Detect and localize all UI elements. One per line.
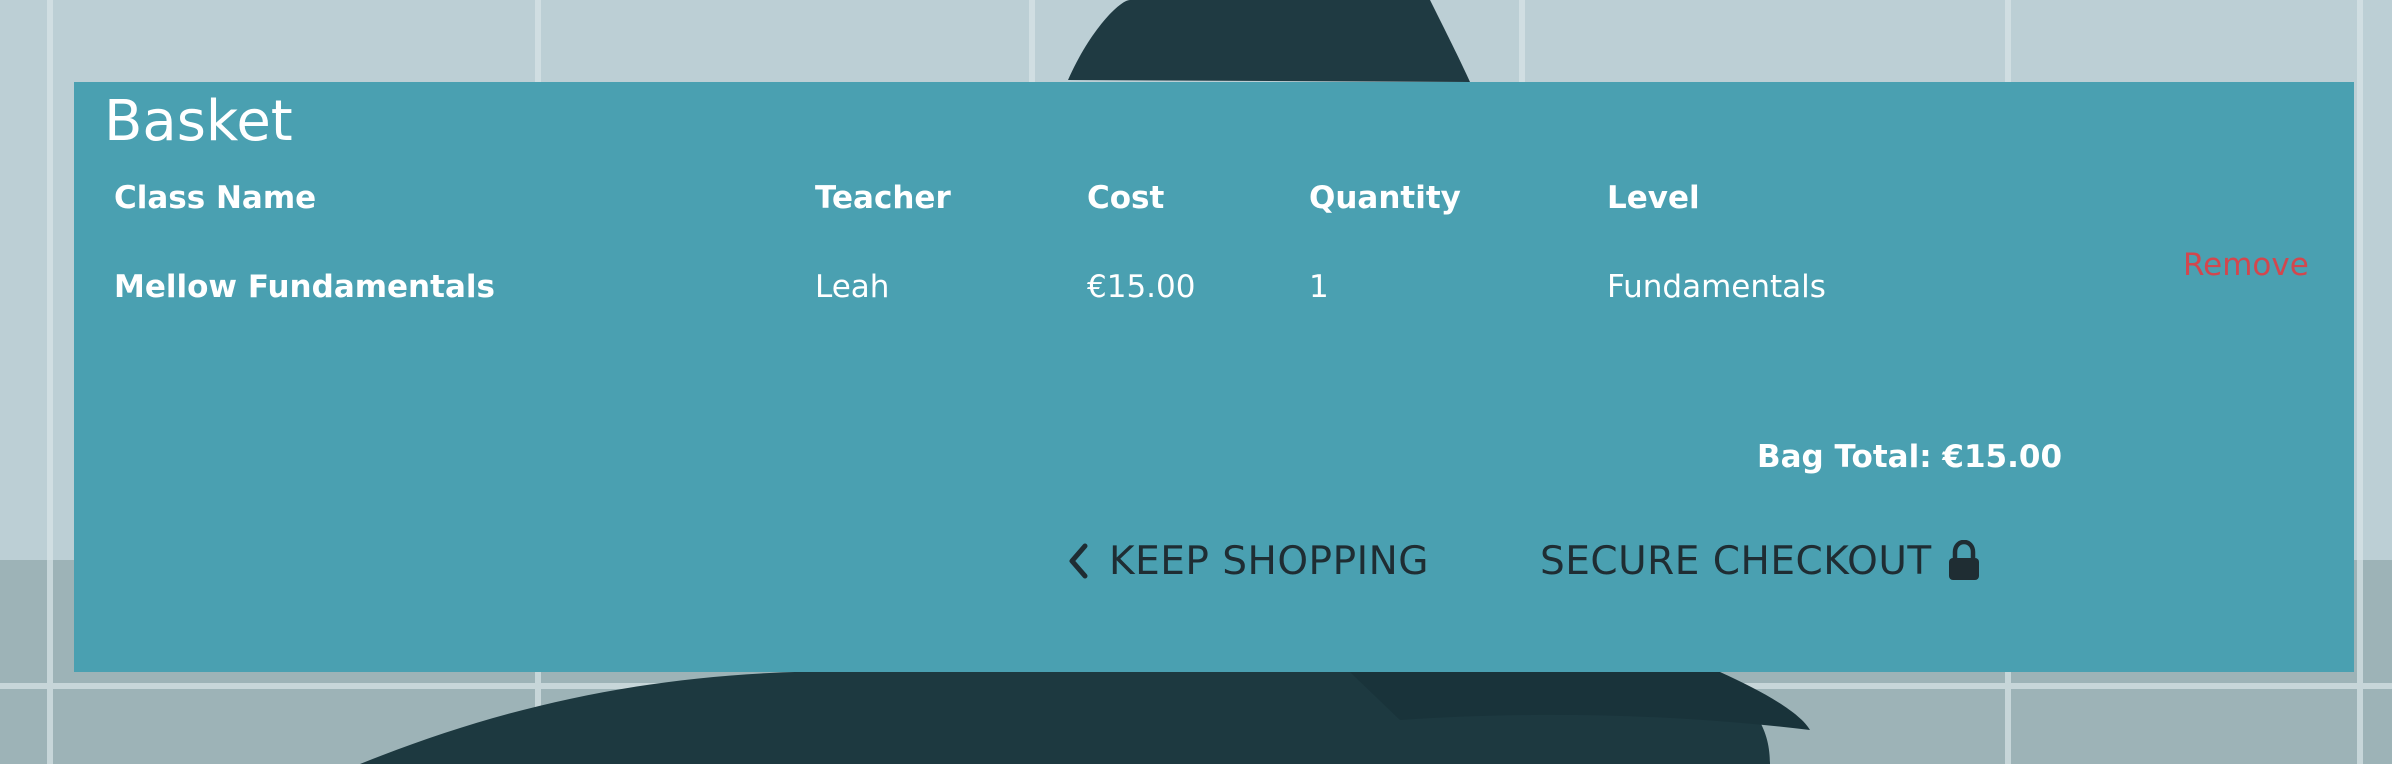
teacher-cell: Leah xyxy=(815,269,890,305)
remove-link[interactable]: Remove xyxy=(2183,250,2309,281)
secure-checkout-label: SECURE CHECKOUT xyxy=(1540,538,1932,584)
column-header-quantity: Quantity xyxy=(1309,180,1461,216)
column-header-teacher: Teacher xyxy=(815,180,951,216)
column-header-class-name: Class Name xyxy=(114,180,317,216)
level-cell: Fundamentals xyxy=(1607,269,1826,305)
basket-panel: Basket Class Name Teacher Cost Quantity … xyxy=(74,82,2354,672)
keep-shopping-button[interactable]: KEEP SHOPPING xyxy=(1067,536,1429,586)
bag-total: Bag Total: €15.00 xyxy=(1757,439,2063,475)
lock-icon xyxy=(1946,540,1982,582)
quantity-cell: 1 xyxy=(1309,269,1329,305)
page-title: Basket xyxy=(104,89,293,154)
column-header-cost: Cost xyxy=(1087,180,1165,216)
column-header-level: Level xyxy=(1607,180,1700,216)
cost-cell: €15.00 xyxy=(1087,269,1196,305)
chevron-left-icon xyxy=(1067,543,1089,579)
keep-shopping-label: KEEP SHOPPING xyxy=(1109,538,1429,584)
secure-checkout-button[interactable]: SECURE CHECKOUT xyxy=(1540,536,1982,586)
class-name-cell: Mellow Fundamentals xyxy=(114,269,495,305)
